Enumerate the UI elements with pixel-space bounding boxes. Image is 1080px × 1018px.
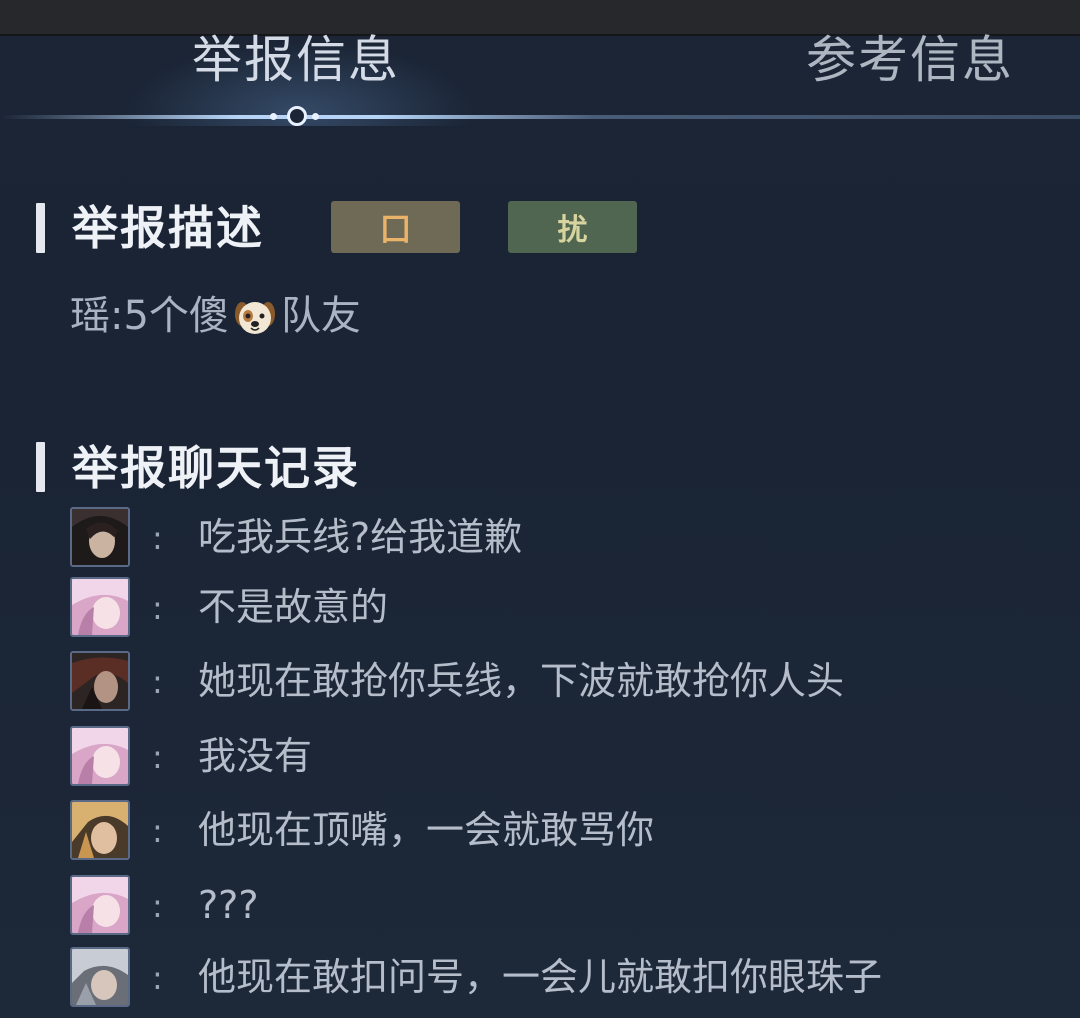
message-colon: :	[152, 663, 163, 701]
divider-dot-left	[270, 113, 277, 120]
dog-icon	[233, 294, 277, 338]
tab-divider	[0, 115, 1080, 119]
chat-message-text: ???	[198, 883, 259, 927]
description-text-before: 瑶:5个傻	[70, 293, 229, 339]
avatar-blonde-hero	[70, 800, 130, 860]
avatar-silver-hero	[70, 947, 130, 1007]
section-marker	[36, 203, 45, 253]
avatar-pink-yao	[70, 875, 130, 935]
report-description-title: 举报描述	[72, 201, 264, 255]
message-colon: :	[152, 812, 163, 850]
chat-message-text: 他现在顶嘴，一会就敢骂你	[198, 808, 655, 852]
chat-message-row: : 他现在敢扣问号，一会儿就敢扣你眼珠子	[70, 947, 1070, 1009]
message-colon: :	[152, 887, 163, 925]
chat-message-row: : 不是故意的	[70, 577, 1070, 639]
report-tag-1-label: 囗	[380, 213, 411, 248]
report-tag-2: 扰	[508, 201, 637, 253]
report-description-text: 瑶:5个傻 队友	[70, 290, 361, 342]
chat-message-text: 我没有	[198, 734, 313, 778]
chat-message-row: : 他现在顶嘴，一会就敢骂你	[70, 800, 1070, 862]
message-colon: :	[152, 589, 163, 627]
avatar-pink-yao	[70, 726, 130, 786]
chat-message-text: 她现在敢抢你兵线，下波就敢抢你人头	[198, 659, 845, 703]
chat-message-row: : 我没有	[70, 726, 1070, 788]
chat-message-row: : 她现在敢抢你兵线，下波就敢抢你人头	[70, 651, 1070, 713]
message-colon: :	[152, 738, 163, 776]
message-colon: :	[152, 519, 163, 557]
avatar-dark-warrior	[70, 651, 130, 711]
chat-message-text: 他现在敢扣问号，一会儿就敢扣你眼珠子	[198, 955, 883, 999]
chat-message-row: : 吃我兵线?给我道歉	[70, 507, 1070, 569]
message-colon: :	[152, 959, 163, 997]
tab-reference-info[interactable]: 参考信息	[806, 30, 1014, 90]
chat-message-text: 不是故意的	[198, 585, 389, 629]
chat-message-text: 吃我兵线?给我道歉	[198, 515, 523, 559]
report-tag-1: 囗	[331, 201, 460, 253]
tab-report-info[interactable]: 举报信息	[192, 30, 400, 90]
section-marker	[36, 442, 45, 492]
chat-log-title: 举报聊天记录	[72, 441, 360, 495]
avatar-pink-yao	[70, 577, 130, 637]
avatar-dark-hooded	[70, 507, 130, 567]
report-tag-2-label: 扰	[557, 213, 588, 248]
active-tab-indicator	[287, 106, 307, 126]
divider-dot-right	[312, 113, 319, 120]
chat-message-row: : ???	[70, 875, 1070, 937]
description-text-after: 队友	[280, 293, 361, 339]
